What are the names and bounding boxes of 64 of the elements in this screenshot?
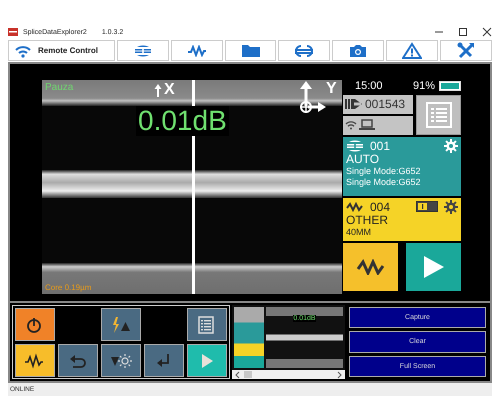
heater-program-name: OTHER <box>346 214 389 227</box>
start-button[interactable] <box>406 242 461 291</box>
tools-icon <box>457 42 476 60</box>
fiber-type: Single Mode:G652 <box>346 166 422 177</box>
zigzag-icon <box>346 202 364 212</box>
play-icon <box>422 254 444 279</box>
battery-icon <box>439 81 461 92</box>
toolbar-button[interactable] <box>332 40 384 61</box>
axis-label: X <box>164 82 175 98</box>
wifi-icon <box>14 44 32 58</box>
settings-icon <box>444 138 458 153</box>
splice-counter: 001543 <box>343 94 413 114</box>
control-button[interactable] <box>58 344 98 377</box>
splice-mode: AUTO <box>346 152 380 166</box>
control-button[interactable] <box>101 308 141 341</box>
camera-icon <box>349 44 368 58</box>
toolbar-button[interactable] <box>116 40 169 61</box>
splice-loss-value: 0.01dB <box>136 106 229 136</box>
app-icon <box>8 27 18 37</box>
toolbar-button[interactable] <box>170 40 223 61</box>
remote-control-tab[interactable]: Remote Control <box>8 40 115 61</box>
laptop-icon <box>359 119 375 132</box>
warning-icon <box>402 42 422 59</box>
fiber-align-icon <box>294 44 314 58</box>
toolbar-button[interactable] <box>224 40 276 61</box>
list-icon <box>426 102 452 128</box>
sleeve-length: 40MM <box>346 226 372 238</box>
zigzag-icon <box>186 44 207 56</box>
scroll-left-icon <box>234 370 240 378</box>
program-number: 004 <box>370 200 390 214</box>
toolbar-button[interactable] <box>440 40 492 61</box>
horizontal-scrollbar[interactable] <box>232 370 345 379</box>
axis-label: Y <box>326 81 337 97</box>
settings-icon <box>444 200 458 214</box>
list-button[interactable] <box>416 94 461 135</box>
control-button[interactable] <box>101 344 141 377</box>
axes-crosshair-icon <box>298 81 326 115</box>
control-button[interactable] <box>144 344 184 377</box>
scroll-right-icon <box>337 370 343 378</box>
mini-panel-drawing <box>234 307 264 368</box>
control-button[interactable] <box>15 344 55 377</box>
toolbar-button[interactable] <box>278 40 330 61</box>
folder-icon <box>240 43 260 58</box>
toggle-icon <box>416 201 438 212</box>
status-label: Pauza <box>45 82 74 93</box>
program-number: 001 <box>370 138 390 153</box>
fiber-splice-icon <box>346 138 364 153</box>
toolbar-button[interactable] <box>386 40 438 61</box>
heat-button[interactable] <box>343 242 398 291</box>
arrow-up-icon <box>154 83 162 97</box>
zigzag-icon <box>356 258 386 275</box>
fiber-splice-icon <box>134 44 152 58</box>
close-icon <box>482 27 492 37</box>
wifi-icon <box>345 120 357 130</box>
heater-program-card[interactable]: 004 OTHER 40MM <box>343 198 461 241</box>
arc-up-icon <box>110 314 132 334</box>
core-offset-label: Core 0.19µm <box>45 283 92 292</box>
maximize-icon <box>458 27 468 37</box>
fiber-type: Single Mode:G652 <box>346 176 422 188</box>
control-button[interactable] <box>15 308 55 341</box>
plug-icon <box>345 98 363 110</box>
scrollbar-thumb[interactable] <box>244 371 252 378</box>
clock-time: 15:00 <box>355 80 383 92</box>
battery-percent: 91% <box>412 80 435 92</box>
